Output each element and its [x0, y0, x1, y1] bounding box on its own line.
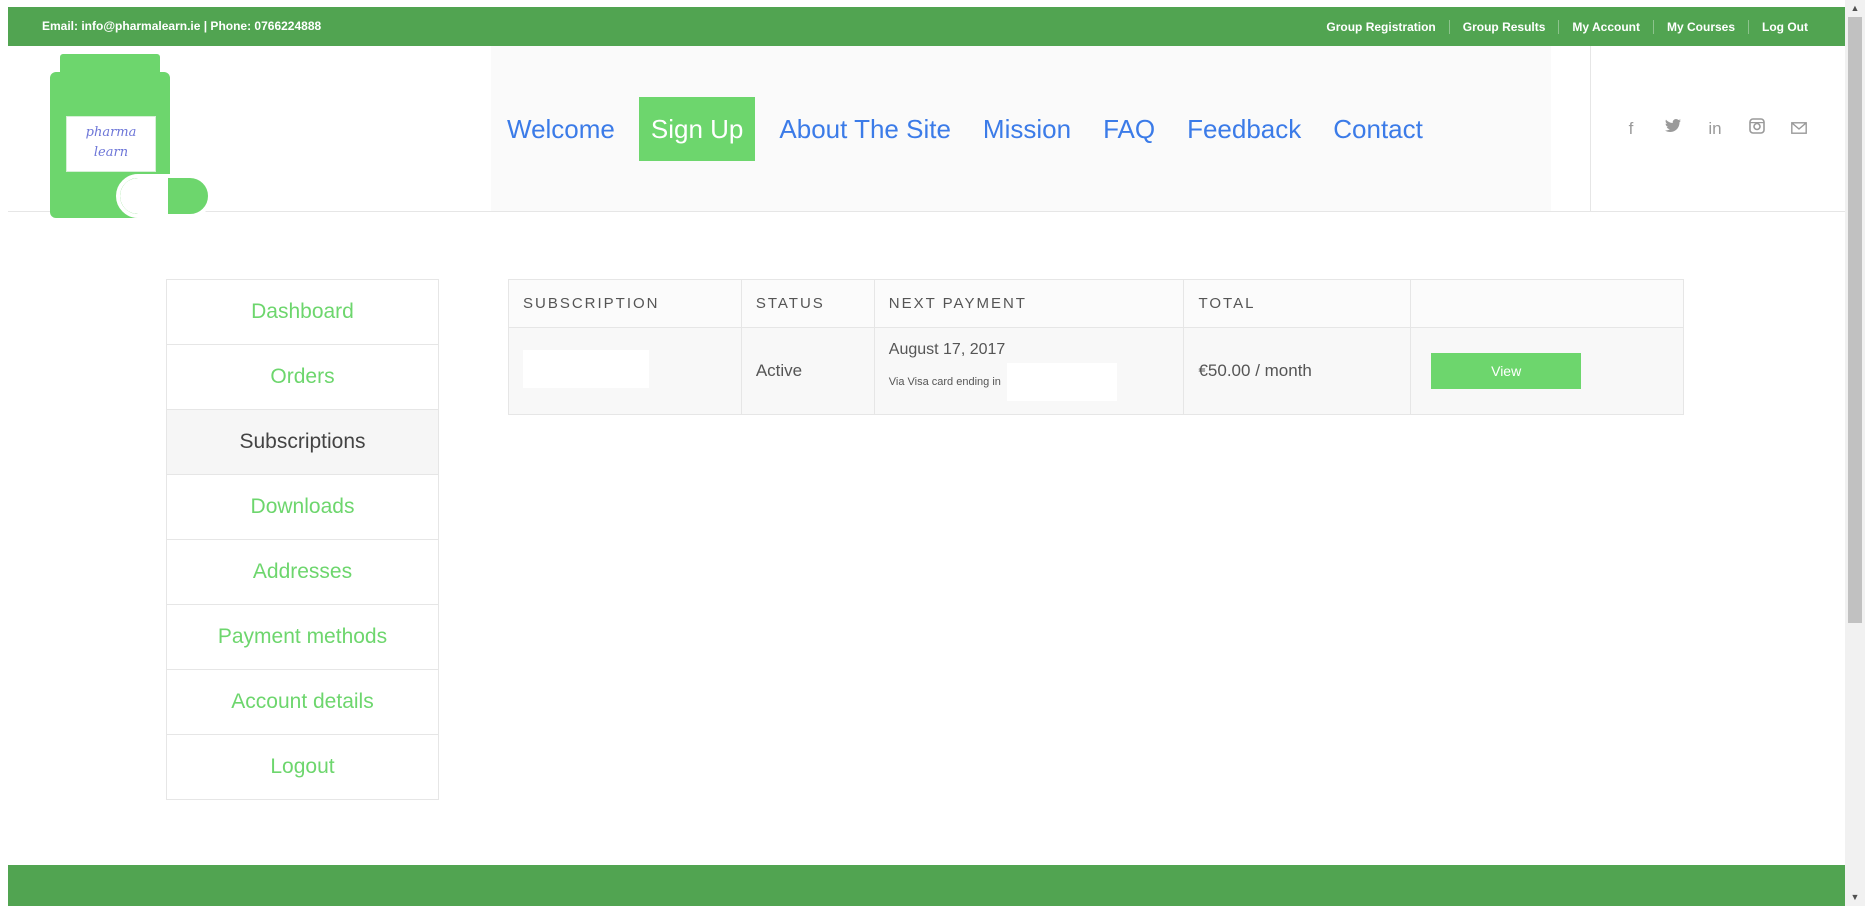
column-header-status: STATUS — [740, 279, 875, 328]
instagram-icon-svg — [1749, 118, 1765, 134]
page-scrollbar[interactable]: ▲ ▼ — [1845, 0, 1865, 906]
linkedin-icon[interactable]: in — [1705, 119, 1725, 139]
twitter-icon[interactable] — [1663, 118, 1683, 139]
top-link-my-courses[interactable]: My Courses — [1652, 19, 1748, 34]
column-header-actions — [1410, 279, 1684, 328]
column-header-next-payment: NEXT PAYMENT — [873, 279, 1185, 328]
twitter-icon-svg — [1665, 119, 1681, 132]
nav-item-about[interactable]: About The Site — [763, 97, 967, 161]
logo-text-pharma: pharma — [85, 125, 137, 140]
top-link-log-out[interactable]: Log Out — [1748, 19, 1821, 34]
subscription-cell — [508, 327, 742, 415]
main-nav: Welcome Sign Up About The Site Mission F… — [491, 46, 1551, 211]
view-subscription-button[interactable]: View — [1431, 353, 1582, 389]
nav-item-sign-up[interactable]: Sign Up — [638, 96, 756, 161]
logo-label: pharma learn — [66, 116, 156, 172]
column-header-total: TOTAL — [1183, 279, 1412, 328]
table-header-row: SUBSCRIPTION STATUS NEXT PAYMENT TOTAL — [508, 279, 1684, 328]
contact-info: Email: info@pharmalearn.ie | Phone: 0766… — [42, 19, 322, 33]
account-nav-logout[interactable]: Logout — [167, 734, 438, 799]
account-nav-payment-methods[interactable]: Payment methods — [167, 604, 438, 669]
mail-icon[interactable] — [1789, 119, 1809, 139]
facebook-icon[interactable]: f — [1621, 119, 1641, 139]
actions-cell: View — [1410, 327, 1684, 415]
subscription-number-link[interactable] — [523, 349, 649, 388]
payment-method-row: Via Visa card ending in — [889, 363, 1170, 401]
scroll-up-arrow-icon[interactable]: ▲ — [1845, 0, 1865, 17]
account-nav-subscriptions[interactable]: Subscriptions — [167, 409, 438, 474]
total-cell: €50.00 / month — [1183, 327, 1412, 415]
account-nav-addresses[interactable]: Addresses — [167, 539, 438, 604]
account-navigation: Dashboard Orders Subscriptions Downloads… — [166, 279, 439, 800]
nav-item-faq[interactable]: FAQ — [1087, 97, 1171, 161]
site-header: pharma learn Welcome Sign Up About The S… — [8, 46, 1845, 218]
scroll-down-arrow-icon[interactable]: ▼ — [1845, 889, 1865, 906]
subscriptions-table: SUBSCRIPTION STATUS NEXT PAYMENT TOTAL A… — [508, 279, 1684, 415]
nav-item-contact[interactable]: Contact — [1317, 97, 1439, 161]
column-header-subscription: SUBSCRIPTION — [508, 279, 742, 328]
nav-item-welcome[interactable]: Welcome — [491, 97, 631, 161]
logo-pill-icon — [116, 174, 212, 218]
instagram-icon[interactable] — [1747, 118, 1767, 139]
top-bar: Email: info@pharmalearn.ie | Phone: 0766… — [8, 7, 1845, 46]
top-link-group-registration[interactable]: Group Registration — [1313, 20, 1448, 34]
nav-item-mission[interactable]: Mission — [967, 97, 1087, 161]
mail-icon-svg — [1791, 121, 1807, 134]
status-cell: Active — [740, 327, 875, 415]
social-icons: f in — [1590, 46, 1831, 211]
site-footer — [8, 865, 1845, 906]
nav-item-feedback[interactable]: Feedback — [1171, 97, 1317, 161]
logo-text-learn: learn — [93, 145, 129, 160]
top-link-my-account[interactable]: My Account — [1558, 19, 1653, 34]
account-nav-account-details[interactable]: Account details — [167, 669, 438, 734]
top-link-group-results[interactable]: Group Results — [1448, 19, 1559, 34]
payment-method-text: Via Visa card ending in — [888, 376, 1001, 388]
scrollbar-thumb[interactable] — [1848, 17, 1862, 623]
card-digits-masked — [1006, 363, 1117, 401]
account-nav-orders[interactable]: Orders — [167, 344, 438, 409]
account-nav-dashboard[interactable]: Dashboard — [167, 280, 438, 344]
top-links: Group Registration Group Results My Acco… — [1313, 7, 1821, 46]
next-payment-date: August 17, 2017 — [888, 341, 1006, 358]
page: Email: info@pharmalearn.ie | Phone: 0766… — [0, 0, 1845, 906]
site-logo[interactable]: pharma learn — [50, 54, 212, 218]
table-row: Active August 17, 2017 Via Visa card end… — [508, 327, 1684, 415]
account-nav-downloads[interactable]: Downloads — [167, 474, 438, 539]
next-payment-cell: August 17, 2017 Via Visa card ending in — [873, 327, 1185, 415]
